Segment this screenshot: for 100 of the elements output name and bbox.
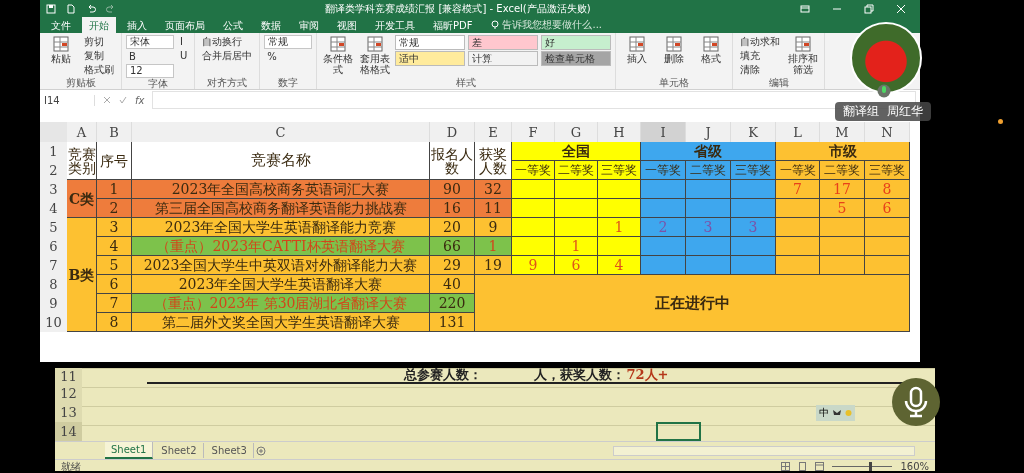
- ribbon-button[interactable]: B: [126, 50, 174, 63]
- ribbon-button[interactable]: 合并后居中: [199, 49, 256, 62]
- cell-style[interactable]: 计算: [468, 51, 539, 66]
- table-cell: 三等奖: [598, 161, 641, 180]
- ribbon-button[interactable]: %: [264, 50, 313, 63]
- cell-style[interactable]: 好: [541, 35, 612, 50]
- group-label: 数字: [277, 77, 300, 89]
- ribbon-tab[interactable]: 福昕PDF: [426, 17, 480, 33]
- ribbon-tab[interactable]: 文件: [44, 17, 78, 33]
- table-cell: 2: [97, 199, 132, 218]
- column-header[interactable]: J: [686, 122, 731, 142]
- ribbon-button[interactable]: 删除: [657, 35, 692, 64]
- ribbon-display-icon[interactable]: [800, 3, 810, 14]
- row-header[interactable]: 3: [40, 180, 67, 199]
- table-cell: 1: [97, 180, 132, 199]
- ribbon-tab[interactable]: 公式: [216, 17, 250, 33]
- row-header[interactable]: 13: [55, 403, 82, 422]
- normal-view-icon[interactable]: [781, 462, 791, 471]
- sheet-tab[interactable]: Sheet3: [205, 443, 254, 458]
- ribbon-tab[interactable]: 插入: [120, 17, 154, 33]
- ribbon-button[interactable]: 插入: [620, 35, 655, 64]
- sheet-tab[interactable]: Sheet2: [155, 443, 204, 458]
- document-icon[interactable]: [66, 3, 76, 14]
- ribbon-button[interactable]: I: [177, 35, 191, 48]
- add-sheet-icon[interactable]: [255, 445, 266, 456]
- ribbon-dropdown[interactable]: 宋体: [126, 35, 174, 49]
- ribbon-tab[interactable]: 审阅: [292, 17, 326, 33]
- row-header[interactable]: 14: [55, 422, 82, 441]
- row-header[interactable]: 2: [40, 161, 67, 180]
- redo-icon[interactable]: [106, 3, 116, 14]
- table-cell: 6: [97, 275, 132, 294]
- cell-style[interactable]: 检查单元格: [541, 51, 612, 66]
- zoom-thumb[interactable]: [868, 462, 872, 471]
- cell-style[interactable]: 差: [468, 35, 539, 50]
- ribbon-button[interactable]: 清除: [737, 63, 784, 76]
- name-box[interactable]: I14: [44, 94, 95, 106]
- row-header[interactable]: 7: [40, 256, 67, 275]
- row-header[interactable]: 12: [55, 384, 82, 403]
- undo-icon[interactable]: [86, 3, 96, 14]
- ribbon-button[interactable]: 粘贴: [44, 35, 78, 64]
- column-header[interactable]: D: [430, 122, 475, 142]
- ribbon-button[interactable]: 格式: [694, 35, 729, 64]
- ribbon-button[interactable]: 复制: [81, 49, 117, 62]
- group-label: 字体: [147, 78, 170, 90]
- tell-me-field[interactable]: 告诉我您想要做什么...: [483, 17, 603, 33]
- column-header[interactable]: H: [598, 122, 641, 142]
- row-header[interactable]: 4: [40, 199, 67, 218]
- active-cell[interactable]: [656, 422, 701, 441]
- column-header[interactable]: K: [731, 122, 776, 142]
- ribbon-tab[interactable]: 页面布局: [158, 17, 212, 33]
- ribbon-button[interactable]: 排序和筛选: [786, 35, 821, 75]
- page-break-icon[interactable]: [815, 462, 825, 471]
- column-header[interactable]: E: [475, 122, 512, 142]
- row-header[interactable]: 1: [40, 142, 67, 161]
- ribbon-button[interactable]: 套用表格格式: [358, 35, 393, 75]
- insert-function-button[interactable]: fx: [135, 94, 145, 106]
- ribbon-button[interactable]: 自动换行: [199, 35, 256, 48]
- restore-icon[interactable]: [864, 3, 874, 14]
- column-header[interactable]: L: [776, 122, 820, 142]
- ribbon-button[interactable]: 剪切: [81, 35, 117, 48]
- column-header[interactable]: F: [512, 122, 555, 142]
- ribbon-tab[interactable]: 数据: [254, 17, 288, 33]
- ribbon-tab[interactable]: 开发工具: [368, 17, 422, 33]
- ribbon-button[interactable]: 格式刷: [81, 63, 117, 76]
- cell-style[interactable]: 适中: [395, 51, 466, 66]
- ribbon-tab[interactable]: 开始: [82, 17, 116, 33]
- ribbon-dropdown[interactable]: 常规: [264, 35, 313, 49]
- column-header[interactable]: B: [97, 122, 132, 142]
- row-header[interactable]: 9: [40, 294, 67, 313]
- ribbon-dropdown[interactable]: 12: [126, 64, 174, 78]
- column-header[interactable]: A: [67, 122, 97, 142]
- table-cell: 一等奖: [776, 161, 820, 180]
- ime-toolbar[interactable]: 中: [816, 404, 855, 421]
- row-header[interactable]: 10: [40, 313, 67, 332]
- sheet-tab[interactable]: Sheet1: [105, 442, 154, 459]
- column-header[interactable]: M: [820, 122, 865, 142]
- row-header[interactable]: 11: [55, 368, 82, 384]
- check-icon[interactable]: [119, 96, 127, 104]
- row-header[interactable]: 6: [40, 237, 67, 256]
- page-layout-icon[interactable]: [798, 462, 808, 471]
- table-cell: 报名人数: [430, 142, 475, 180]
- column-header[interactable]: G: [555, 122, 598, 142]
- ribbon-button[interactable]: 条件格式: [321, 35, 356, 75]
- table-cell: 6: [865, 199, 910, 218]
- ribbon-tab[interactable]: 视图: [330, 17, 364, 33]
- column-header[interactable]: I: [641, 122, 686, 142]
- microphone-button[interactable]: [892, 378, 940, 426]
- row-header[interactable]: 8: [40, 275, 67, 294]
- ribbon-button[interactable]: U: [177, 49, 191, 62]
- save-icon[interactable]: [46, 3, 56, 14]
- close-icon[interactable]: [896, 3, 906, 14]
- table-cell: 8: [865, 180, 910, 199]
- horizontal-scrollbar[interactable]: [613, 445, 915, 456]
- ribbon-button[interactable]: 填充: [737, 49, 784, 62]
- cancel-icon[interactable]: [103, 96, 111, 104]
- row-header[interactable]: 5: [40, 218, 67, 237]
- column-header[interactable]: N: [865, 122, 910, 142]
- column-header[interactable]: C: [132, 122, 430, 142]
- cell-style[interactable]: 常规: [395, 35, 466, 50]
- ribbon-button[interactable]: 自动求和: [737, 35, 784, 48]
